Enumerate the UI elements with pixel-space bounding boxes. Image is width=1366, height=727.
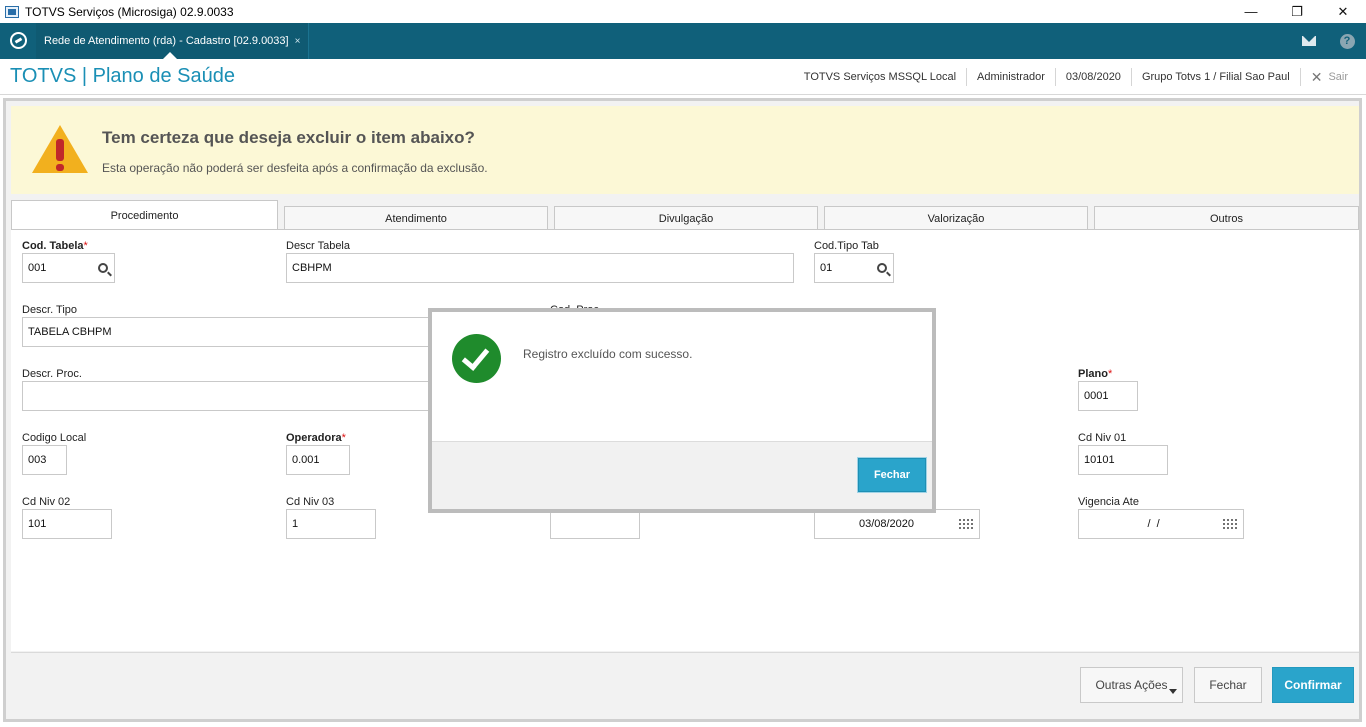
descr-tipo-label: Descr. Tipo — [22, 304, 78, 316]
app-tabs-bar: Rede de Atendimento (rda) - Cadastro [02… — [0, 23, 1366, 59]
environment-label: TOTVS Serviços MSSQL Local — [803, 71, 957, 83]
cd-niv-02-label: Cd Niv 02 — [22, 496, 71, 508]
success-message: Registro excluído com sucesso. — [523, 347, 693, 361]
tab-atendimento[interactable]: Atendimento — [284, 206, 548, 230]
tab-label: Rede de Atendimento (rda) - Cadastro [02… — [44, 35, 289, 47]
exit-label: Sair — [1328, 71, 1348, 83]
cod-tipo-tab-label: Cod.Tipo Tab — [814, 240, 879, 252]
dialog-footer: Fechar — [432, 441, 932, 509]
plano-label: Plano* — [1078, 368, 1113, 380]
tab-divulgacao[interactable]: Divulgação — [554, 206, 818, 230]
action-bar: Outras Ações Fechar Confirmar — [11, 652, 1359, 717]
tab-valorizacao[interactable]: Valorização — [824, 206, 1088, 230]
chevron-down-icon — [1169, 689, 1177, 694]
header-info: TOTVS Serviços MSSQL Local Administrador… — [794, 59, 1366, 95]
branch-label: Grupo Totvs 1 / Filial Sao Paul — [1130, 68, 1300, 86]
warning-icon-bar — [56, 139, 64, 161]
window-title: TOTVS Serviços (Microsiga) 02.9.0033 — [25, 4, 234, 19]
close-tab-icon[interactable]: × — [295, 36, 301, 47]
window-controls: — ❐ ✕ — [1228, 0, 1366, 23]
calendar-icon[interactable] — [953, 509, 979, 539]
window-titlebar: TOTVS Serviços (Microsiga) 02.9.0033 — ❐… — [0, 0, 1366, 23]
warning-title: Tem certeza que deseja excluir o item ab… — [102, 128, 475, 147]
fechar-button[interactable]: Fechar — [1194, 667, 1262, 703]
mail-icon — [1302, 36, 1316, 46]
descr-proc-field[interactable] — [22, 381, 442, 411]
codigo-local-label: Codigo Local — [22, 432, 87, 444]
partially-hidden-field[interactable] — [550, 509, 640, 539]
operadora-field[interactable]: 0.001 — [286, 445, 350, 475]
warning-icon-dot — [56, 164, 64, 171]
help-button[interactable]: ? — [1328, 23, 1366, 59]
descr-tabela-label: Descr Tabela — [286, 240, 350, 252]
close-icon: ✕ — [1310, 68, 1323, 85]
close-window-button[interactable]: ✕ — [1320, 0, 1366, 23]
tab-outros[interactable]: Outros — [1094, 206, 1359, 230]
restore-button[interactable]: ❐ — [1274, 0, 1320, 23]
dialog-close-button[interactable]: Fechar — [858, 458, 926, 492]
user-label: Administrador — [966, 68, 1055, 86]
success-dialog: Registro excluído com sucesso. Fechar — [428, 308, 936, 513]
descr-tabela-field[interactable]: CBHPM — [286, 253, 794, 283]
codigo-local-field[interactable]: 003 — [22, 445, 67, 475]
cod-tabela-field[interactable]: 001 — [22, 253, 115, 283]
cd-niv-03-field[interactable]: 1 — [286, 509, 376, 539]
cd-niv-03-label: Cd Niv 03 — [286, 496, 335, 508]
page-header: TOTVS | Plano de Saúde TOTVS Serviços MS… — [0, 59, 1366, 95]
cod-tipo-tab-field[interactable]: 01 — [814, 253, 894, 283]
delete-warning-banner: Tem certeza que deseja excluir o item ab… — [11, 106, 1359, 194]
vigencia-de-date-field[interactable]: 03/08/2020 — [814, 509, 980, 539]
app-brand-title: TOTVS | Plano de Saúde — [10, 65, 235, 87]
app-window-icon — [5, 5, 19, 18]
descr-tipo-field[interactable]: TABELA CBHPM — [22, 317, 442, 347]
cd-niv-01-label: Cd Niv 01 — [1078, 432, 1127, 444]
totvs-logo-icon[interactable] — [10, 32, 27, 49]
help-icon: ? — [1339, 33, 1355, 49]
search-icon[interactable] — [92, 253, 114, 283]
plano-field[interactable]: 0001 — [1078, 381, 1138, 411]
success-check-icon — [452, 334, 501, 383]
date-label: 03/08/2020 — [1054, 68, 1131, 86]
tab-procedimento[interactable]: Procedimento — [11, 200, 278, 230]
warning-subtitle: Esta operação não poderá ser desfeita ap… — [102, 161, 488, 175]
mail-button[interactable] — [1290, 23, 1328, 59]
operadora-label: Operadora* — [286, 432, 346, 444]
exit-button[interactable]: ✕ Sair — [1299, 68, 1366, 86]
active-tab-pointer — [163, 52, 177, 59]
search-icon[interactable] — [871, 253, 893, 283]
form-tabs: Procedimento Atendimento Divulgação Valo… — [11, 200, 1359, 230]
confirmar-button[interactable]: Confirmar — [1272, 667, 1354, 703]
app-bar-actions: ? — [1290, 23, 1366, 59]
descr-proc-label: Descr. Proc. — [22, 368, 82, 380]
outras-acoes-button[interactable]: Outras Ações — [1080, 667, 1183, 703]
cd-niv-02-field[interactable]: 101 — [22, 509, 112, 539]
minimize-button[interactable]: — — [1228, 0, 1274, 23]
vigencia-ate-label: Vigencia Ate — [1078, 496, 1139, 508]
cd-niv-01-field[interactable]: 10101 — [1078, 445, 1168, 475]
vigencia-ate-date-field[interactable]: / / — [1078, 509, 1244, 539]
calendar-icon[interactable] — [1217, 509, 1243, 539]
cod-tabela-label: Cod. Tabela* — [22, 240, 88, 252]
